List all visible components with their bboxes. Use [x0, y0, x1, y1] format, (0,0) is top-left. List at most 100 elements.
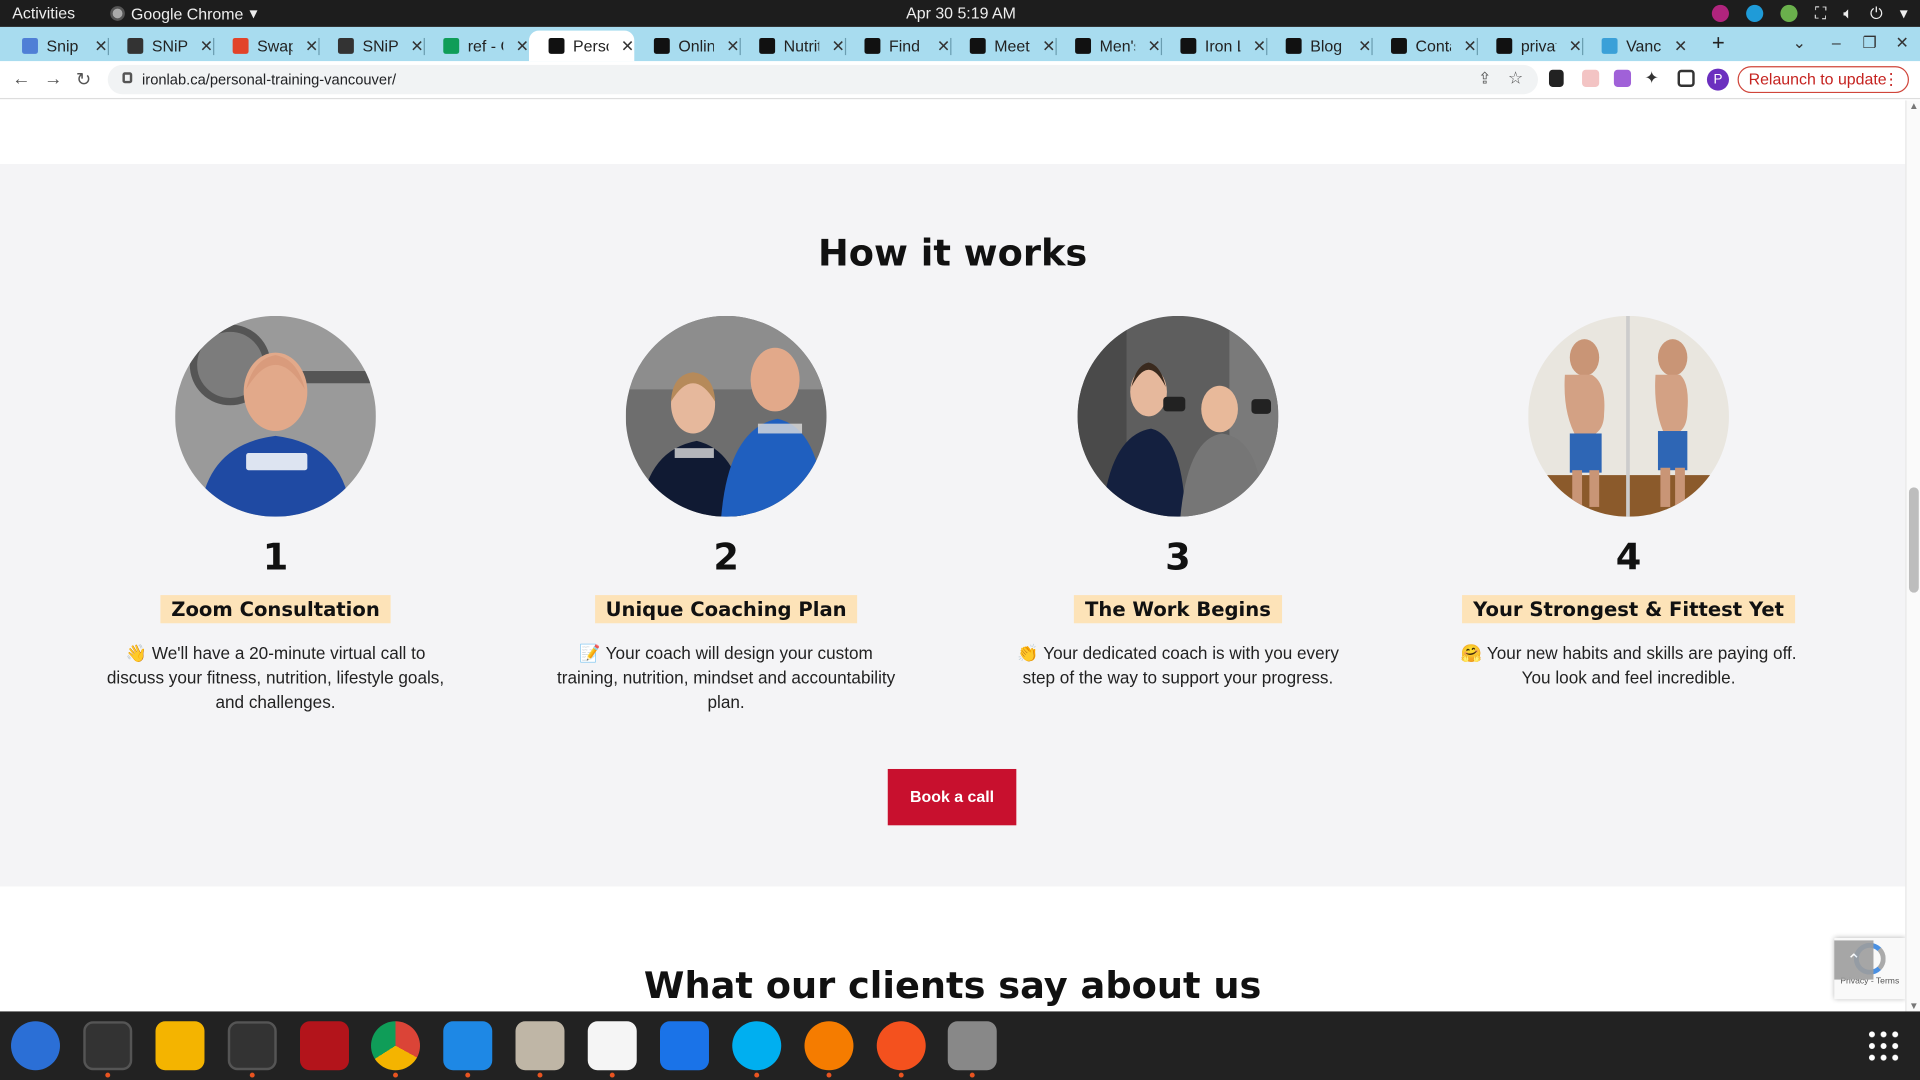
testimonials-heading: What our clients say about us: [643, 964, 1262, 1008]
close-tab-icon[interactable]: ✕: [200, 36, 213, 56]
files-icon[interactable]: [515, 1021, 565, 1071]
browser-tab[interactable]: Find o ✕: [845, 31, 950, 62]
browser-tab[interactable]: Vanco ✕: [1582, 31, 1687, 62]
tab-favicon-icon: [1285, 37, 1302, 54]
scroll-up-icon[interactable]: ▲: [1909, 100, 1919, 111]
check-icon[interactable]: [1780, 4, 1798, 23]
chrome-icon[interactable]: [371, 1021, 421, 1071]
close-tab-icon[interactable]: ✕: [937, 36, 950, 56]
chrome-icon: [110, 6, 125, 21]
vscode-icon[interactable]: [443, 1021, 493, 1071]
pen-extension-icon[interactable]: [1613, 69, 1632, 87]
network-icon[interactable]: ⛶: [1815, 4, 1826, 24]
close-tab-icon[interactable]: ✕: [1042, 36, 1055, 56]
side-panel-icon[interactable]: [1677, 69, 1695, 87]
close-tab-icon[interactable]: ✕: [94, 36, 107, 56]
browser-tab[interactable]: Blog p ✕: [1266, 31, 1371, 62]
filezilla-icon[interactable]: [300, 1021, 349, 1071]
sync-icon[interactable]: [1746, 4, 1764, 23]
back-icon[interactable]: ←: [12, 69, 30, 90]
step-number: 4: [1615, 536, 1642, 580]
coaches-photo: [625, 315, 827, 517]
eyedropper-extension-icon[interactable]: [1548, 69, 1564, 87]
browser-tab[interactable]: privat ✕: [1477, 31, 1582, 62]
step-text: Your new habits and skills are paying of…: [1486, 642, 1797, 687]
share-icon[interactable]: ⇪: [1478, 69, 1491, 89]
text-editor-icon[interactable]: [587, 1021, 637, 1071]
browser-tab[interactable]: SNiP N ✕: [318, 31, 424, 62]
disk-icon[interactable]: [947, 1021, 997, 1071]
page-scrollbar[interactable]: ▲ ▼: [1905, 100, 1920, 1011]
tab-title: Meet I: [994, 36, 1030, 56]
close-tab-icon[interactable]: ✕: [1147, 36, 1160, 56]
browser-tab[interactable]: Snip D ✕: [2, 31, 108, 62]
more-menu-icon[interactable]: ⋮: [1883, 67, 1899, 91]
skype-icon[interactable]: [732, 1021, 782, 1071]
close-tab-icon[interactable]: ✕: [621, 36, 634, 56]
tab-title: Onlin: [678, 36, 714, 56]
system-tray[interactable]: ⛶ 🔈︎ ⏻ ▾: [1712, 4, 1908, 24]
relaunch-to-update-button[interactable]: Relaunch to update ⋮: [1737, 66, 1909, 94]
browser-tab[interactable]: Swapr ✕: [213, 31, 318, 62]
close-tab-icon[interactable]: ✕: [410, 36, 423, 56]
show-applications-icon[interactable]: [1866, 1028, 1901, 1063]
reload-icon[interactable]: ↻: [76, 69, 91, 91]
clock[interactable]: Apr 30 5:19 AM: [906, 4, 1016, 22]
bookmark-star-icon[interactable]: ☆: [1508, 67, 1523, 88]
close-icon[interactable]: ✕: [1896, 33, 1909, 53]
volume-icon[interactable]: 🔈︎: [1843, 4, 1853, 24]
browser-tab[interactable]: Iron L ✕: [1161, 31, 1266, 62]
tab-search-icon[interactable]: ⌄: [1793, 33, 1806, 53]
terminal-icon[interactable]: [83, 1021, 133, 1071]
close-tab-icon[interactable]: ✕: [1253, 36, 1266, 56]
scroll-to-top-button[interactable]: ⌃: [1834, 940, 1874, 980]
step-description: 👋 We'll have a 20-minute virtual call to …: [92, 640, 459, 713]
scroll-down-icon[interactable]: ▼: [1909, 1000, 1919, 1011]
browser-tab[interactable]: SNiP N ✕: [108, 31, 213, 62]
close-tab-icon[interactable]: ✕: [1674, 36, 1687, 56]
scrollbar-thumb[interactable]: [1908, 487, 1919, 593]
app-indicator-icon[interactable]: [1712, 4, 1730, 23]
close-tab-icon[interactable]: ✕: [1358, 36, 1371, 56]
firefox-like-icon[interactable]: [804, 1021, 854, 1071]
close-tab-icon[interactable]: ✕: [305, 36, 318, 56]
system-monitor-icon[interactable]: [227, 1021, 277, 1071]
browser-tab[interactable]: Men's ✕: [1056, 31, 1161, 62]
calculator-icon[interactable]: [155, 1021, 205, 1071]
step-card-3: 3 The Work Begins 👏 Your dedicated coach …: [994, 315, 1361, 689]
close-tab-icon[interactable]: ✕: [1569, 36, 1582, 56]
url-text[interactable]: ironlab.ca/personal-training-vancouver/: [142, 71, 396, 88]
browser-tab[interactable]: Perso ✕: [528, 30, 635, 62]
minimize-icon[interactable]: –: [1832, 33, 1841, 51]
postman-icon[interactable]: [876, 1021, 926, 1071]
tab-favicon-icon: [969, 37, 986, 54]
extensions-puzzle-icon[interactable]: ✦: [1644, 67, 1658, 88]
activities-button[interactable]: Activities: [12, 4, 75, 22]
tab-separator: [213, 37, 215, 56]
forward-icon[interactable]: →: [44, 69, 62, 90]
tab-separator: [1266, 37, 1268, 56]
close-tab-icon[interactable]: ✕: [516, 36, 529, 56]
calendar-extension-icon[interactable]: [1582, 69, 1600, 87]
thunderbird-icon[interactable]: [11, 1021, 61, 1071]
profile-avatar[interactable]: P: [1706, 68, 1729, 91]
browser-tab[interactable]: Conta ✕: [1371, 31, 1477, 62]
tab-title: Men's: [1099, 36, 1136, 56]
book-a-call-button[interactable]: Book a call: [887, 768, 1017, 826]
lock-icon[interactable]: [122, 72, 133, 84]
browser-tab[interactable]: Nutrit ✕: [740, 31, 845, 62]
browser-tab[interactable]: ref - G ✕: [424, 31, 529, 62]
app-menu[interactable]: Google Chrome ▾: [110, 4, 258, 24]
close-tab-icon[interactable]: ✕: [832, 36, 845, 56]
browser-tab[interactable]: Meet I ✕: [950, 31, 1056, 62]
browser-tab[interactable]: Onlin ✕: [634, 31, 740, 62]
step-text: Your dedicated coach is with you every s…: [1022, 642, 1339, 687]
close-tab-icon[interactable]: ✕: [726, 36, 739, 56]
restore-icon[interactable]: ❐: [1862, 33, 1876, 53]
close-tab-icon[interactable]: ✕: [1463, 36, 1476, 56]
new-tab-button[interactable]: +: [1712, 31, 1725, 57]
tab-separator: [844, 37, 847, 56]
address-bar[interactable]: ironlab.ca/personal-training-vancouver/ …: [107, 64, 1538, 95]
writer-icon[interactable]: [660, 1021, 709, 1071]
power-icon[interactable]: ⏻: [1870, 4, 1883, 24]
